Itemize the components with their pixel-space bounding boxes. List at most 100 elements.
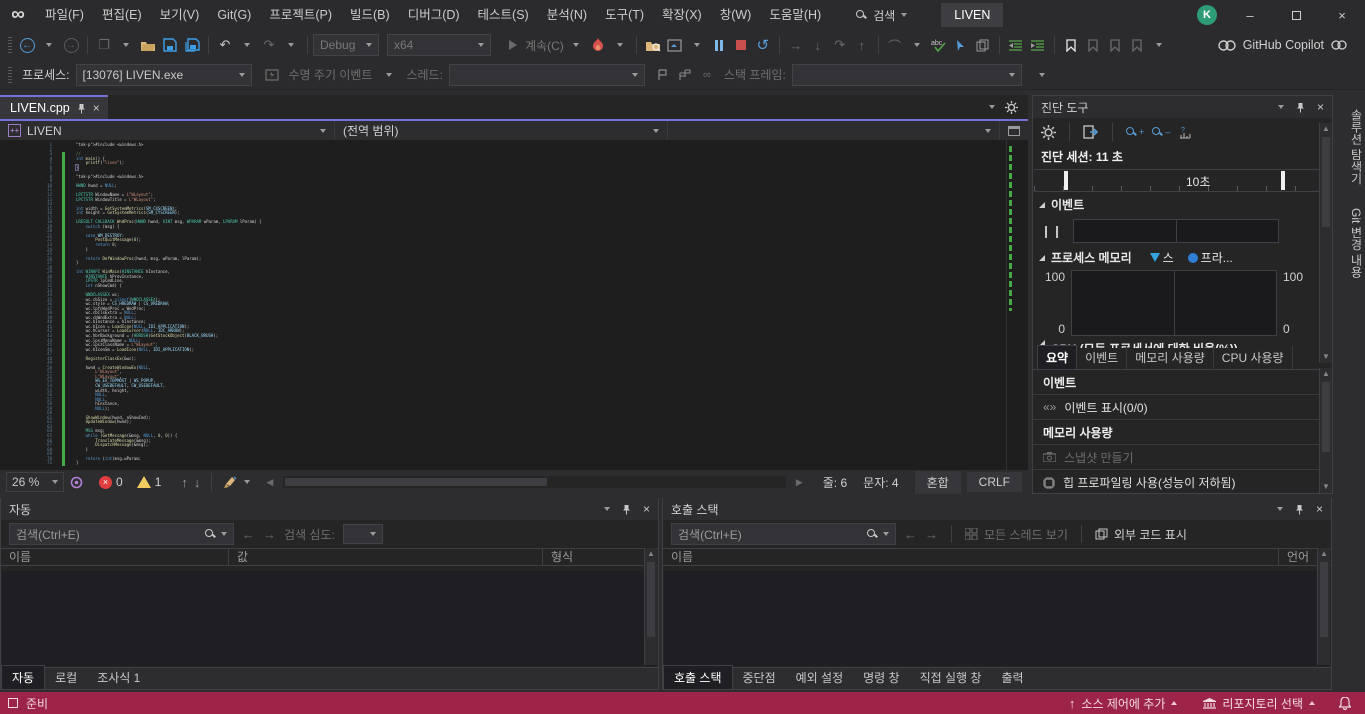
hot-reload-dropdown[interactable] (610, 34, 630, 56)
spell-check-button[interactable]: abc (929, 34, 949, 56)
hscroll-left-arrow[interactable]: ◀ (266, 477, 273, 488)
continue-button[interactable] (503, 34, 523, 56)
events-track[interactable] (1073, 219, 1279, 243)
bookmark-overflow-dropdown[interactable] (1149, 34, 1169, 56)
pin-icon[interactable] (622, 504, 631, 515)
panel-menu-dropdown[interactable] (1277, 507, 1283, 511)
panel-menu-dropdown[interactable] (1278, 105, 1284, 109)
redo-dropdown[interactable] (281, 34, 301, 56)
autos-tab-1[interactable]: 로컬 (45, 666, 87, 689)
scope-dropdown[interactable]: (전역 범위) (335, 121, 668, 140)
undo-button[interactable]: ↶ (215, 34, 235, 56)
diagram-button[interactable]: ⌒ (885, 34, 905, 56)
menu-item-8[interactable]: 분석(N) (538, 0, 596, 30)
diagnostic-tab-3[interactable]: CPU 사용량 (1214, 346, 1293, 369)
diagram-dropdown[interactable] (907, 34, 927, 56)
line-ending-indicator[interactable]: CRLF (967, 472, 1022, 492)
debug-toolbar-overflow[interactable] (1032, 64, 1052, 86)
step-into-button[interactable]: ↓ (808, 34, 828, 56)
callstack-header[interactable]: 호출 스택 × (663, 498, 1331, 520)
undo-dropdown[interactable] (237, 34, 257, 56)
close-icon[interactable]: × (1316, 503, 1323, 515)
editor-horizontal-scrollbar[interactable] (283, 476, 786, 488)
take-snapshot-action[interactable]: 스냅샷 만들기 (1033, 445, 1332, 470)
add-to-source-control-button[interactable]: ↑ 소스 제어에 추가 (1069, 695, 1177, 712)
callstack-tab-2[interactable]: 예외 설정 (786, 666, 854, 689)
flag-thread-icon[interactable] (653, 64, 673, 86)
code-cleanup-broom-icon[interactable] (223, 476, 238, 489)
editor-settings-gear-icon[interactable] (1005, 101, 1018, 114)
minimize-button[interactable]: – (1227, 0, 1273, 30)
loop-icon[interactable]: ∞ (697, 64, 717, 86)
diagnostic-tab-1[interactable]: 이벤트 (1077, 346, 1127, 369)
new-project-dropdown[interactable] (116, 34, 136, 56)
find-in-files-button[interactable] (643, 34, 663, 56)
callstack-body[interactable] (664, 571, 1330, 666)
menu-item-4[interactable]: 프로젝트(P) (260, 0, 341, 30)
stack-frame-select[interactable] (792, 64, 1022, 86)
close-icon[interactable]: × (643, 503, 650, 515)
clear-bookmarks-button[interactable] (1127, 34, 1147, 56)
search-back-button[interactable]: ← (242, 527, 255, 542)
previous-issue-button[interactable]: ↑ (181, 475, 188, 490)
autos-tab-0[interactable]: 자동 (1, 665, 45, 689)
menu-item-0[interactable]: 파일(F) (36, 0, 93, 30)
diagnostic-tools-header[interactable]: 진단 도구 × (1033, 96, 1332, 118)
menu-item-3[interactable]: Git(G) (208, 0, 260, 30)
show-external-code-button[interactable]: 외부 코드 표시 (1095, 526, 1187, 543)
notifications-bell-icon[interactable] (1339, 697, 1351, 710)
autos-body[interactable] (2, 571, 657, 666)
lifecycle-events-dropdown[interactable] (379, 64, 399, 86)
diagnostic-tab-2[interactable]: 메모리 사용량 (1127, 346, 1214, 369)
code-cleanup-dropdown[interactable] (244, 480, 250, 484)
search-options-dropdown[interactable] (221, 532, 227, 536)
step-over-button[interactable]: ↷ (830, 34, 850, 56)
avatar[interactable]: K (1197, 5, 1217, 25)
search-forward-button[interactable]: → (925, 527, 938, 542)
menu-item-11[interactable]: 창(W) (711, 0, 761, 30)
menu-item-12[interactable]: 도움말(H) (760, 0, 830, 30)
column-name[interactable]: 이름 (663, 548, 1279, 566)
hscroll-right-arrow[interactable]: ▶ (796, 477, 803, 488)
export-icon[interactable] (1083, 125, 1099, 139)
redo-button[interactable]: ↷ (259, 34, 279, 56)
menu-item-6[interactable]: 디버그(D) (399, 0, 469, 30)
menu-item-2[interactable]: 보기(V) (151, 0, 209, 30)
select-repository-button[interactable]: 리포지토리 선택 (1203, 695, 1315, 712)
project-dropdown[interactable]: ++ LIVEN (0, 121, 335, 140)
warning-indicator[interactable]: 1 (137, 475, 162, 489)
menu-item-7[interactable]: 테스트(S) (469, 0, 538, 30)
pause-events-icon[interactable]: ❙❙ (1041, 224, 1063, 238)
callstack-tab-1[interactable]: 중단점 (733, 666, 786, 689)
code-editor[interactable]: 1"tok-p">#include <windows.h>2 3//4int m… (0, 140, 1028, 470)
search-box[interactable]: 검색 (848, 4, 915, 27)
document-tab-liven-cpp[interactable]: LIVEN.cpp × (0, 95, 108, 119)
project-badge[interactable]: LIVEN (941, 3, 1003, 27)
menu-item-1[interactable]: 편집(E) (93, 0, 151, 30)
solution-home-button[interactable] (665, 34, 685, 56)
diagnostic-scrollbar[interactable]: ▲▼ (1319, 123, 1332, 363)
error-indicator[interactable]: × 0 (99, 475, 123, 489)
save-all-button[interactable] (182, 34, 202, 56)
pin-icon[interactable] (77, 103, 86, 114)
search-forward-button[interactable]: → (263, 527, 276, 542)
step-out-button[interactable]: ↑ (852, 34, 872, 56)
settings-gear-icon[interactable] (1041, 125, 1056, 140)
tab-close-icon[interactable]: × (93, 102, 100, 114)
previous-bookmark-button[interactable] (1083, 34, 1103, 56)
stop-debugging-button[interactable] (731, 34, 751, 56)
events-section-header[interactable]: 이벤트 (1033, 192, 1332, 217)
thread-select[interactable] (449, 64, 645, 86)
callstack-search-input[interactable]: 검색(Ctrl+E) (671, 523, 896, 545)
zoom-in-button[interactable]: + (1126, 127, 1144, 138)
autos-header[interactable]: 자동 × (1, 498, 658, 520)
column-value[interactable]: 값 (229, 548, 543, 566)
copy-parallel-button[interactable] (973, 34, 993, 56)
break-all-button[interactable] (709, 34, 729, 56)
solution-configuration-select[interactable]: Debug (313, 34, 379, 56)
toolbar-drag-handle[interactable] (8, 37, 12, 53)
search-depth-select[interactable] (343, 524, 383, 544)
solution-platform-select[interactable]: x64 (387, 34, 491, 56)
callstack-tab-5[interactable]: 출력 (991, 666, 1033, 689)
callstack-scrollbar[interactable]: ▲ (1317, 548, 1330, 665)
